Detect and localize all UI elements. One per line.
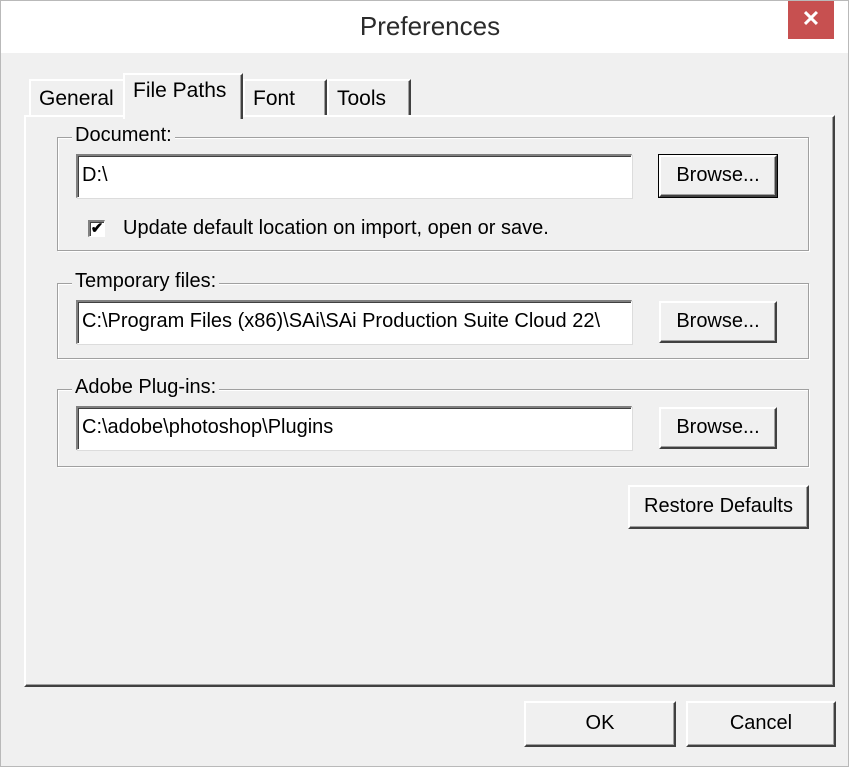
update-location-label[interactable]: Update default location on import, open … (123, 217, 549, 240)
temporary-files-browse-button[interactable]: Browse... (659, 301, 777, 343)
document-group-label: Document: (72, 124, 175, 147)
restore-defaults-button[interactable]: Restore Defaults (628, 485, 809, 529)
temporary-files-browse-label: Browse... (676, 310, 760, 332)
adobe-plugins-browse-button[interactable]: Browse... (659, 407, 777, 449)
ok-label: OK (585, 712, 615, 734)
temporary-files-path-field[interactable]: C:\Program Files (x86)\SAi\SAi Productio… (76, 300, 632, 344)
document-group: Document: D:\ Browse... ✔ Update default… (57, 124, 809, 251)
tab-tools[interactable]: Tools (327, 79, 411, 117)
adobe-plugins-browse-label: Browse... (676, 416, 760, 438)
temporary-files-group-label: Temporary files: (72, 270, 220, 293)
temporary-files-group: Temporary files: C:\Program Files (x86)\… (57, 270, 809, 359)
document-path-field[interactable]: D:\ (76, 154, 632, 198)
tab-general[interactable]: General (29, 79, 127, 117)
title-bar[interactable]: Preferences ✕ (1, 1, 848, 53)
tab-file-paths-label: File Paths (133, 79, 227, 102)
file-paths-panel: Document: D:\ Browse... ✔ Update default… (24, 115, 835, 687)
close-button[interactable]: ✕ (788, 1, 834, 39)
update-location-checkbox[interactable]: ✔ (88, 220, 105, 237)
adobe-plugins-path-field[interactable]: C:\adobe\photoshop\Plugins (76, 406, 632, 450)
close-icon: ✕ (801, 6, 821, 31)
restore-defaults-label: Restore Defaults (644, 495, 793, 517)
document-browse-button[interactable]: Browse... (658, 154, 778, 198)
adobe-plugins-group: Adobe Plug-ins: C:\adobe\photoshop\Plugi… (57, 376, 809, 467)
document-browse-label: Browse... (676, 164, 760, 186)
adobe-plugins-group-label: Adobe Plug-ins: (72, 376, 220, 399)
checkmark-icon: ✔ (90, 220, 104, 237)
tab-font-label: Font (253, 87, 296, 110)
cancel-button[interactable]: Cancel (686, 701, 836, 747)
tab-file-paths[interactable]: File Paths (123, 73, 243, 119)
ok-button[interactable]: OK (524, 701, 676, 747)
tab-tools-label: Tools (337, 87, 387, 110)
dialog-title: Preferences (359, 11, 501, 41)
tab-font[interactable]: Font (243, 79, 327, 117)
tab-general-label: General (39, 87, 114, 110)
cancel-label: Cancel (729, 712, 793, 734)
preferences-dialog: Preferences ✕ General File Paths Font To… (0, 0, 849, 767)
